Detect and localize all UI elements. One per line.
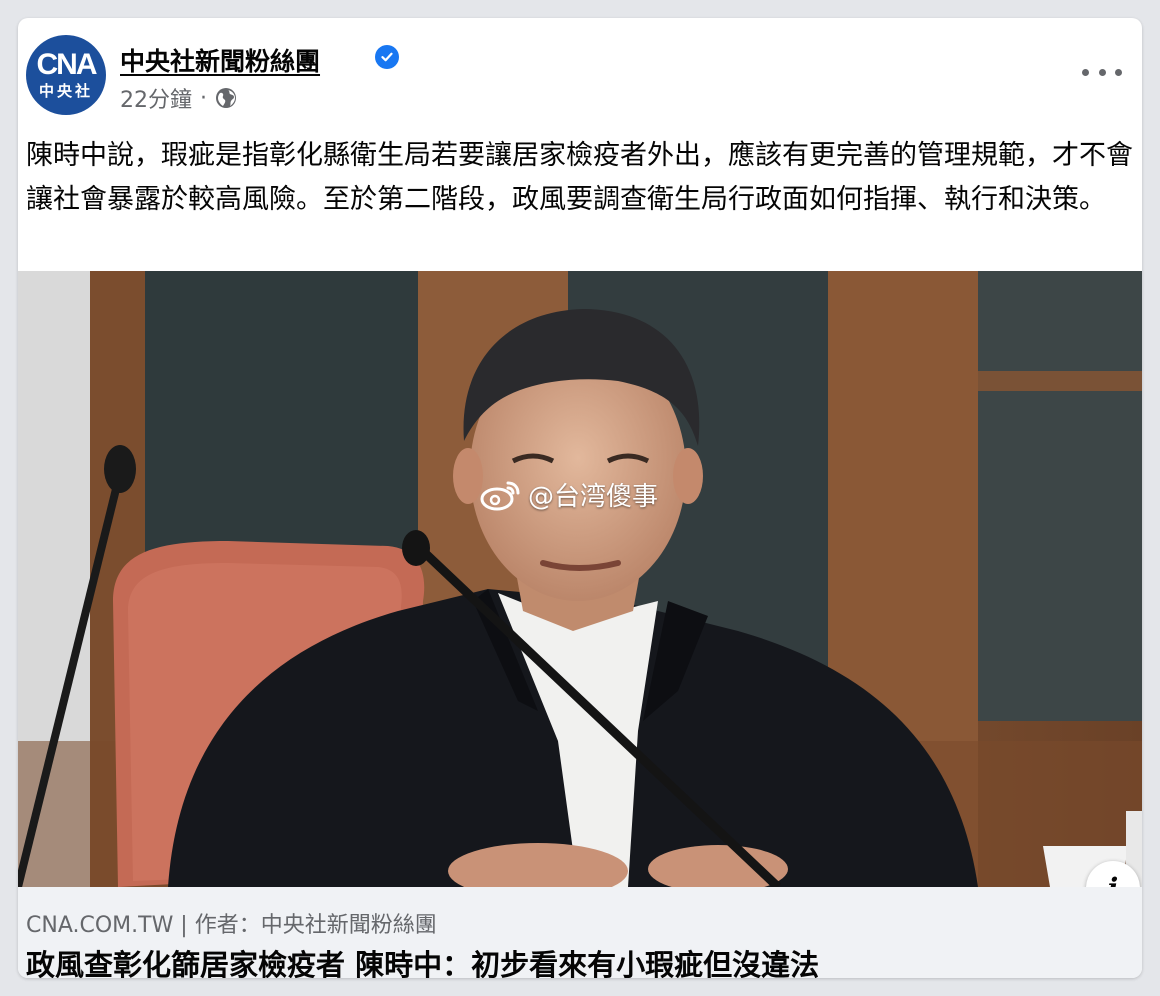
more-options-icon[interactable] <box>1082 60 1122 84</box>
post-card: CNA 中央社 中央社新聞粉絲團 22分鐘 · 陳時中說，瑕疵是指彰化縣衛生局若… <box>18 18 1142 978</box>
page-name-link[interactable]: 中央社新聞粉絲團 <box>120 42 320 78</box>
avatar[interactable]: CNA 中央社 <box>26 35 106 115</box>
post-header: CNA 中央社 中央社新聞粉絲團 22分鐘 · <box>18 18 1142 118</box>
watermark-text: @台湾傻事 <box>528 482 659 512</box>
post-timestamp[interactable]: 22分鐘 <box>120 82 192 114</box>
meta-separator: · <box>200 85 207 111</box>
weibo-icon <box>480 479 522 511</box>
photo-scene <box>18 271 1142 887</box>
link-domain: CNA.COM.TW | 作者：中央社新聞粉絲團 <box>26 913 437 938</box>
post-photo[interactable]: @台湾傻事 i <box>18 271 1142 887</box>
link-title[interactable]: 政風查彰化篩居家檢疫者 陳時中：初步看來有小瑕疵但沒違法 <box>26 942 819 978</box>
avatar-logo-subtext: 中央社 <box>38 82 93 100</box>
post-text: 陳時中說，瑕疵是指彰化縣衛生局若要讓居家檢疫者外出，應該有更完善的管理規範，才不… <box>26 140 1133 215</box>
post-meta: 22分鐘 · <box>120 82 237 114</box>
globe-icon[interactable] <box>215 87 237 109</box>
image-watermark: @台湾傻事 <box>480 476 658 513</box>
avatar-logo-text: CNA <box>36 48 98 81</box>
verified-badge-icon <box>375 45 399 69</box>
link-preview[interactable]: CNA.COM.TW | 作者：中央社新聞粉絲團 政風查彰化篩居家檢疫者 陳時中… <box>18 887 1142 978</box>
